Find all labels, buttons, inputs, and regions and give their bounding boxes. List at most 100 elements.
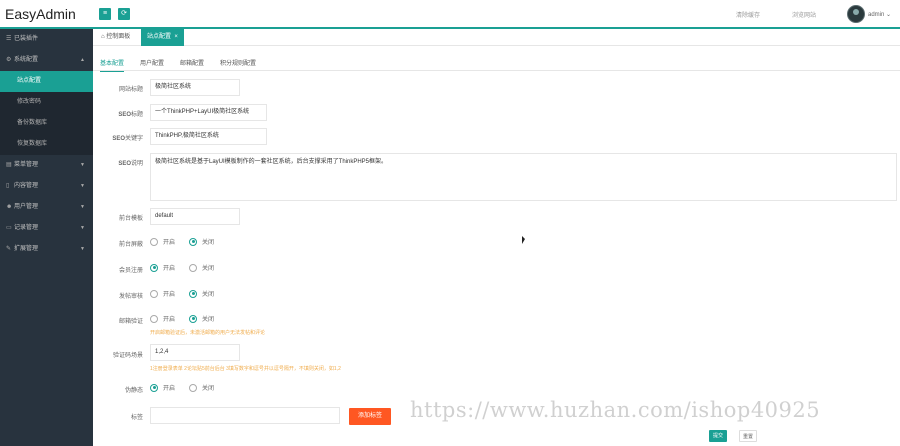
users-icon: ☻ [6,204,13,210]
sidebar-item-label: 用户管理 [14,204,39,210]
mouse-cursor [522,236,525,244]
config-subtabs: 基本配置 用户配置 邮箱配置 积分规则配置 [93,54,900,72]
gear-icon: ⚙ [6,57,12,63]
subtab-basic[interactable]: 基本配置 [100,58,125,72]
sidebar-item-label: 菜单管理 [14,162,39,168]
radio-dot [150,289,158,298]
member-register-off-radio[interactable]: 关闭 [189,263,214,272]
radio-dot [189,237,197,246]
top-header: EasyAdmin ≡ ⟳ 清除缓存 浏览网站 admin ⌄ [0,0,900,29]
tab-label: 站点配置 [147,34,172,40]
sidebar-item-system-config[interactable]: ⚙ 系统配置 ▲ [0,50,93,71]
chevron-down-icon: ▼ [80,204,85,210]
member-register-on-radio[interactable]: 开启 [150,263,175,272]
close-icon[interactable]: × [174,34,178,40]
seo-desc-textarea[interactable]: 极简社区系统是基于LayUI模板制作的一套社区系统，后台支撑采用了ThinkPH… [150,153,897,201]
radio-dot [150,263,158,272]
radio-label: 关闭 [202,292,215,298]
sidebar-item-content[interactable]: ▯ 内容管理 ▼ [0,176,93,197]
post-review-off-radio[interactable]: 关闭 [189,289,214,298]
seo-label-prefix: SEO [112,136,125,142]
captcha-hint: 1注册登录表单 2论坛贴5前台后台 3填写数字和逗号并以逗号隔开，不填则关闭，如… [150,366,341,372]
captcha-label: 验证码场景 [112,353,143,359]
radio-label: 关闭 [202,266,215,272]
tags-input[interactable] [150,407,340,424]
radio-dot [189,314,197,323]
radio-label: 关闭 [202,317,215,323]
menu-toggle-button[interactable]: ≡ [99,8,111,20]
email-verify-off-radio[interactable]: 关闭 [189,314,214,323]
member-register-label: 会员注册 [118,268,143,274]
sidebar-item-label: 系统配置 [14,57,39,63]
pseudo-static-off-radio[interactable]: 关闭 [189,383,214,392]
sidebar-subitem-backup-db[interactable]: 备份数据库 [0,113,93,134]
sidebar-item-records[interactable]: ▭ 记录管理 ▼ [0,218,93,239]
record-icon: ▭ [6,225,12,231]
refresh-button[interactable]: ⟳ [118,8,130,20]
front-shield-on-radio[interactable]: 开启 [150,237,175,246]
chevron-down-icon: ▼ [80,225,85,231]
radio-dot [150,237,158,246]
radio-label: 开启 [163,292,176,298]
avatar[interactable] [847,5,865,23]
sidebar-subitem-restore-db[interactable]: 恢复数据库 [0,134,93,155]
main-content: 基本配置 用户配置 邮箱配置 积分规则配置 网站标题 极简社区系统 SEO标题 … [93,46,900,446]
seo-keywords-input[interactable]: ThinkPHP,极简社区系统 [150,128,267,145]
grid-icon: ☰ [6,36,12,42]
front-template-input[interactable]: default [150,208,240,225]
pseudo-static-on-radio[interactable]: 开启 [150,383,175,392]
front-shield-off-radio[interactable]: 关闭 [189,237,214,246]
submit-button[interactable]: 提交 [709,430,727,442]
radio-dot [150,314,158,323]
seo-label-suffix: 说明 [130,161,143,167]
sidebar-subitem-site-config[interactable]: 站点配置 [0,71,93,92]
post-review-on-radio[interactable]: 开启 [150,289,175,298]
radio-label: 关闭 [202,240,215,246]
radio-dot [189,383,197,392]
seo-title-input[interactable]: 一个ThinkPHP+LayUI极简社区系统 [150,104,267,121]
email-verify-hint: 开启邮箱验证后，未激活邮箱的用户无法发帖和评论 [150,330,266,336]
sidebar-item-menu[interactable]: ▤ 菜单管理 ▼ [0,155,93,176]
tags-label: 标签 [130,415,143,421]
sidebar-item-plugins[interactable]: ☰ 已装插件 [0,29,93,50]
chevron-down-icon: ▼ [80,183,85,189]
captcha-input[interactable]: 1,2,4 [150,344,240,361]
watermark: https://www.huzhan.com/ishop40925 [410,398,821,422]
seo-title-label: SEO标题 [93,109,143,118]
subtab-email[interactable]: 邮箱配置 [180,58,204,71]
radio-label: 开启 [163,266,176,272]
subtab-user[interactable]: 用户配置 [140,58,164,71]
tab-site-config[interactable]: 站点配置 × [141,29,184,46]
sidebar-subitem-change-password[interactable]: 修改密码 [0,92,93,113]
radio-label: 开启 [163,240,176,246]
chevron-down-icon: ▼ [80,246,85,252]
front-template-label: 前台模板 [118,216,143,222]
app-logo: EasyAdmin [5,6,76,22]
seo-label-suffix: 关键字 [124,136,143,142]
user-menu[interactable]: admin ⌄ [868,11,891,18]
seo-label-prefix: SEO [118,161,131,167]
user-name: admin [868,12,885,18]
add-tag-button[interactable]: 添加标签 [349,408,391,425]
clear-cache-link[interactable]: 清除缓存 [736,10,760,19]
refresh-icon: ⟳ [121,10,127,17]
doc-icon: ▯ [6,183,10,189]
browse-site-link[interactable]: 浏览网站 [792,10,816,19]
sidebar-item-label: 已装插件 [14,36,39,42]
seo-label-suffix: 标题 [130,112,143,118]
site-title-input[interactable]: 极简社区系统 [150,79,240,96]
sidebar: ☰ 已装插件 ⚙ 系统配置 ▲ 站点配置 修改密码 备份数据库 恢复数据库 ▤ 菜单管理… [0,29,93,446]
radio-dot [189,263,197,272]
sidebar-item-extensions[interactable]: ✎ 扩展管理 ▼ [0,239,93,260]
wrench-icon: ✎ [6,246,12,252]
radio-label: 开启 [163,386,176,392]
reset-button[interactable]: 重置 [739,430,757,442]
email-verify-on-radio[interactable]: 开启 [150,314,175,323]
home-icon: ⌂ [101,34,105,40]
seo-desc-label: SEO说明 [93,158,143,167]
sidebar-item-users[interactable]: ☻ 用户管理 ▼ [0,197,93,218]
chevron-down-icon: ⌄ [886,12,892,18]
tab-dashboard[interactable]: ⌂ 控制面板 [95,29,136,46]
subtab-points[interactable]: 积分规则配置 [220,58,256,71]
sidebar-item-label: 扩展管理 [14,246,39,252]
